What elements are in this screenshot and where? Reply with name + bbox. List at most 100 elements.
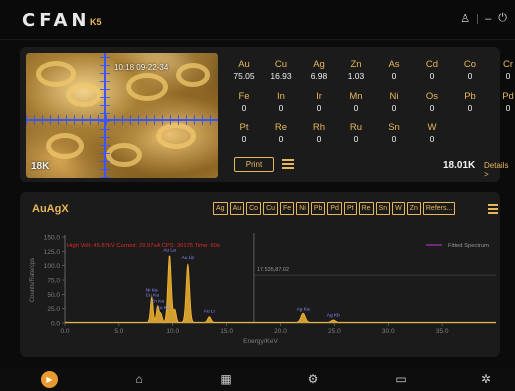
element-symbol: Ru [349,122,363,133]
user-icon[interactable]: ♙ [460,12,470,25]
element-symbol: Re [274,122,288,133]
element-filter-refers[interactable]: Refers... [422,202,456,215]
minimize-icon[interactable]: – [485,13,491,25]
camera-preview: 10:18 09-22-34 18K [26,53,218,178]
element-cell-cr: Cr 0 [488,59,515,82]
element-filter-co[interactable]: Co [246,202,262,215]
device-model: K5 [90,17,102,27]
x-tick-label: 0.0 [60,328,69,335]
chain-link [156,123,196,149]
brand-logo: CFAN [22,10,91,31]
tools-icon[interactable]: ✲ [478,371,494,387]
element-filter-cu[interactable]: Cu [263,202,279,215]
element-filter-pt[interactable]: Pt [343,202,357,215]
element-cell-mn: Mn 0 [336,91,376,114]
crosshair-vertical [104,53,106,178]
list-icon[interactable] [282,158,294,170]
y-tick-label: 75.0 [47,278,60,285]
element-cell-os: Os 0 [412,91,452,114]
details-link[interactable]: Details > [484,161,508,179]
element-symbol: Fe [238,91,250,102]
spectrum-line [65,255,496,323]
element-symbol: Ni [389,91,399,102]
element-value: 0 [391,134,397,144]
element-value: 1.03 [347,71,365,81]
element-value: 0 [278,103,284,113]
y-tick-label: 50.0 [47,292,60,299]
element-filter-pd[interactable]: Pd [327,202,342,215]
element-symbol: Pd [502,91,514,102]
element-filter-w[interactable]: W [392,202,405,215]
element-value: 75.05 [233,71,255,81]
element-filter-au[interactable]: Au [229,202,245,215]
element-filter-zn[interactable]: Zn [406,202,421,215]
settings-icon[interactable]: ⚙ [305,371,321,387]
x-tick-label: 30.0 [382,328,395,335]
apps-icon[interactable]: ▦ [218,371,234,387]
peak-label: Cu Kb [156,305,170,311]
element-value: 0 [467,103,473,113]
element-cell-pt: Pt 0 [224,122,264,145]
element-symbol: Mn [349,91,363,102]
spectrum-chart: 0.0 25.0 50.0 75.0 100.0 125.0 150.0 0.0 5.0 10.0… [30,233,496,345]
element-filter-fe[interactable]: Fe [280,202,295,215]
element-value: 0 [429,71,435,81]
peak-label: Ni Ka [146,287,158,293]
element-cell-ir: Ir 0 [299,91,339,114]
power-icon[interactable]: ⏻ [498,12,507,25]
element-filter-ni[interactable]: Ni [296,202,309,215]
folder-icon[interactable]: ▭ [393,371,409,387]
chain-link [176,63,210,87]
element-cell-cu: Cu 16.93 [261,59,301,82]
x-tick-label: 5.0 [114,328,123,335]
legend-label: Fitted Spectrum [448,243,489,249]
home-icon[interactable]: ⌂ [131,371,147,387]
peak-label: Zn Ka [151,298,164,304]
element-cell-co: Co 0 [450,59,490,82]
element-value: 16.93 [270,71,292,81]
element-symbol: Cu [274,59,288,70]
app-header: CFAN K5 ♙ – ⏻ [0,0,515,40]
element-cell-in: In 0 [261,91,301,114]
element-symbol: Co [463,59,477,70]
element-cell-au: Au 75.05 [224,59,264,82]
element-symbol: Cd [425,59,439,70]
element-symbol: Pb [464,91,476,102]
element-cell-pb: Pb 0 [450,91,490,114]
camera-karat: 18K [31,161,50,172]
element-cell-sn: Sn 0 [374,122,414,145]
element-filter-re[interactable]: Re [358,202,374,215]
x-tick-label: 10.0 [166,328,179,335]
divider [477,13,479,24]
element-cell-re: Re 0 [261,122,301,145]
element-value: 0 [278,134,284,144]
peak-label: Au La [163,247,176,253]
element-cell-pd: Pd 0 [488,91,515,114]
start-icon[interactable]: ▶ [41,371,58,388]
element-filter-pb[interactable]: Pb [310,202,326,215]
element-value: 0 [391,103,397,113]
y-tick-label: 125.0 [44,249,61,256]
element-symbol: Rh [312,122,326,133]
peak-label: Ag Kb [327,313,340,319]
element-cell-rh: Rh 0 [299,122,339,145]
element-value: 0 [467,71,473,81]
print-button[interactable]: Print [234,157,274,172]
element-symbol: Zn [350,59,362,70]
menu-icon[interactable] [488,204,498,214]
element-filter-sn[interactable]: Sn [375,202,391,215]
spectrum-title: AuAgX [32,203,69,215]
element-filter-ag[interactable]: Ag [213,202,228,215]
window-controls: ♙ – ⏻ [460,12,507,25]
element-symbol: In [277,91,285,102]
element-symbol: Cr [502,59,514,70]
y-tick-label: 100.0 [44,263,61,270]
y-tick-label: 150.0 [44,235,61,242]
element-cell-ru: Ru 0 [336,122,376,145]
x-tick-label: 35.0 [436,328,449,335]
element-symbol: Au [238,59,250,70]
element-filter-bar: Ag Au Co Cu Fe Ni Pb Pd Pt Re Sn W Zn Refers... [213,202,456,215]
chain-link [106,143,142,167]
peak-label: Ag Ka [297,306,310,312]
result-panel: 10:18 09-22-34 18K Au 75.05 Cu 16.93 Ag 6.98 Z… [20,47,514,182]
